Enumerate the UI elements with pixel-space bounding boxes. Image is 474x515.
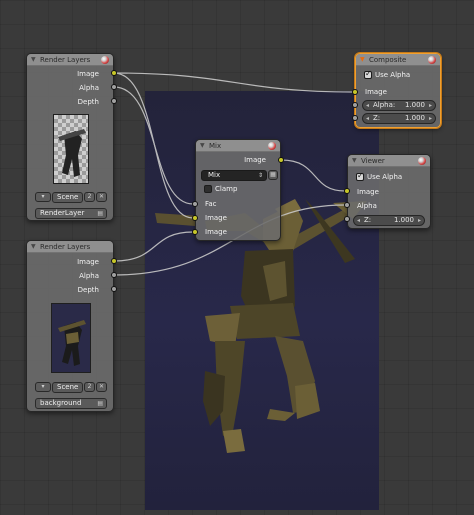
rl1-image-output-socket[interactable] (111, 70, 117, 76)
node-title: Composite (369, 56, 407, 64)
rl2-image-output-socket[interactable] (111, 258, 117, 264)
collapse-triangle-icon[interactable]: ▼ (31, 244, 36, 250)
node-header[interactable]: ▼ Render Layers (27, 54, 113, 66)
preview-sphere-icon[interactable] (418, 157, 426, 165)
output-label-image: Image (244, 156, 266, 164)
composite-image-input-socket[interactable] (352, 89, 358, 95)
use-alpha-label: Use Alpha (375, 71, 411, 79)
composite-node[interactable]: ▼ Composite Use Alpha Image ◂ Alpha: 1.0… (355, 53, 441, 128)
mix-node[interactable]: ▼ Mix Image Mix ⇕ ▦ Clamp Fac Image Imag… (195, 139, 281, 241)
preview-sphere-icon[interactable] (101, 56, 109, 64)
output-label-image: Image (77, 258, 99, 266)
rl1-alpha-output-socket[interactable] (111, 84, 117, 90)
output-label-image: Image (77, 70, 99, 78)
node-title: Render Layers (40, 243, 91, 251)
collapse-triangle-icon[interactable]: ▼ (31, 57, 36, 63)
node-title: Render Layers (40, 56, 91, 64)
layer-menu-icon: ▤ (97, 400, 103, 407)
input-label-image-1: Image (205, 214, 227, 222)
scene-selector[interactable]: Scene (52, 192, 83, 203)
output-label-depth: Depth (77, 286, 99, 294)
input-label-image-2: Image (205, 228, 227, 236)
rl1-depth-output-socket[interactable] (111, 98, 117, 104)
render-layer-selector[interactable]: background ▤ (35, 398, 107, 409)
use-alpha-checkbox[interactable] (364, 69, 372, 79)
rl2-alpha-output-socket[interactable] (111, 272, 117, 278)
use-alpha-checkbox[interactable] (356, 171, 364, 181)
scene-browse-button[interactable]: ▾ (35, 192, 51, 202)
composite-z-input-socket[interactable] (352, 115, 358, 121)
viewer-z-input-socket[interactable] (344, 216, 350, 222)
alpha-value-field[interactable]: ◂ Alpha: 1.000 ▸ (362, 100, 436, 111)
blend-mode-dropdown[interactable]: Mix ⇕ (201, 170, 267, 181)
node-title: Viewer (361, 157, 385, 165)
mix-image1-input-socket[interactable] (192, 215, 198, 221)
node-title: Mix (209, 142, 222, 150)
collapse-triangle-icon[interactable]: ▼ (200, 143, 205, 149)
scene-unlink-button[interactable]: ✕ (96, 192, 107, 202)
scene-users-count: 2 (84, 382, 95, 392)
output-label-depth: Depth (77, 98, 99, 106)
mix-image-output-socket[interactable] (278, 157, 284, 163)
output-label-alpha: Alpha (79, 272, 99, 280)
render-layer-selector[interactable]: RenderLayer ▤ (35, 208, 107, 219)
clamp-label: Clamp (215, 185, 238, 193)
scene-unlink-button[interactable]: ✕ (96, 382, 107, 392)
dropdown-arrows-icon: ⇕ (257, 172, 263, 179)
use-alpha-label: Use Alpha (367, 173, 403, 181)
preview-sphere-icon[interactable] (268, 142, 276, 150)
scene-browse-button[interactable]: ▾ (35, 382, 51, 392)
composite-alpha-input-socket[interactable] (352, 102, 358, 108)
input-label-alpha: Alpha (357, 202, 377, 210)
render-preview-thumbnail (53, 114, 89, 184)
node-header[interactable]: ▼ Mix (196, 140, 280, 152)
node-header[interactable]: ▼ Composite (356, 54, 440, 66)
scene-users-count: 2 (84, 192, 95, 202)
z-value-field[interactable]: ◂ Z: 1.000 ▸ (362, 113, 436, 124)
preview-sphere-icon[interactable] (428, 56, 436, 64)
z-value-field[interactable]: ◂ Z: 1.000 ▸ (353, 215, 425, 226)
viewer-alpha-input-socket[interactable] (344, 202, 350, 208)
input-label-image: Image (365, 88, 387, 96)
input-label-image: Image (357, 188, 379, 196)
render-preview-thumbnail (51, 303, 91, 373)
input-label-fac: Fac (205, 200, 217, 208)
clamp-checkbox[interactable] (204, 185, 212, 193)
node-header[interactable]: ▼ Viewer (348, 155, 430, 167)
rl2-depth-output-socket[interactable] (111, 286, 117, 292)
use-alpha-toggle-icon[interactable]: ▦ (268, 170, 278, 180)
render-layers-node-1[interactable]: ▼ Render Layers Image Alpha Depth ▾ Scen… (26, 53, 114, 221)
layer-menu-icon: ▤ (97, 210, 103, 217)
render-layers-node-2[interactable]: ▼ Render Layers Image Alpha Depth ▾ Scen… (26, 240, 114, 412)
scene-selector[interactable]: Scene (52, 382, 83, 393)
node-header[interactable]: ▼ Render Layers (27, 241, 113, 253)
viewer-node[interactable]: ▼ Viewer Use Alpha Image Alpha ◂ Z: 1.00… (347, 154, 431, 229)
mix-fac-input-socket[interactable] (192, 201, 198, 207)
viewer-image-input-socket[interactable] (344, 188, 350, 194)
collapse-triangle-icon[interactable]: ▼ (360, 57, 365, 63)
collapse-triangle-icon[interactable]: ▼ (352, 158, 357, 164)
mix-image2-input-socket[interactable] (192, 229, 198, 235)
output-label-alpha: Alpha (79, 84, 99, 92)
